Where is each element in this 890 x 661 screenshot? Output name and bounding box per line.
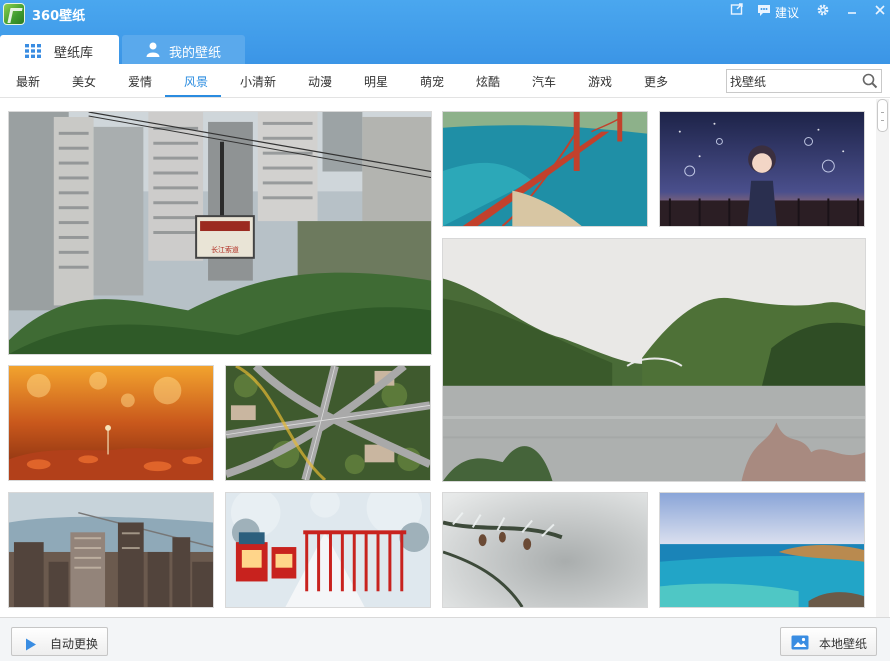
category-anime[interactable]: 动漫 <box>308 73 332 90</box>
scrollbar-thumb[interactable] <box>877 99 888 132</box>
category-latest[interactable]: 最新 <box>16 73 40 90</box>
minimize-icon[interactable] <box>843 3 861 21</box>
user-icon <box>146 42 160 57</box>
category-beauty[interactable]: 美女 <box>72 73 96 90</box>
feedback-icon[interactable] <box>755 3 773 21</box>
category-more[interactable]: 更多 <box>644 73 668 90</box>
category-celebrity[interactable]: 明星 <box>364 73 388 90</box>
wallpaper-thumbnail-snow-lanterns[interactable] <box>225 492 431 608</box>
category-scenery[interactable]: 风景 <box>184 73 208 90</box>
category-love[interactable]: 爱情 <box>128 73 152 90</box>
close-icon[interactable] <box>871 3 889 21</box>
tab-my-wallpaper[interactable]: 我的壁纸 <box>122 35 245 64</box>
tab-label: 我的壁纸 <box>169 46 222 61</box>
wallpaper-thumbnail-anime-night[interactable] <box>659 111 865 227</box>
footer-bar: 自动更换 本地壁纸 <box>0 617 890 661</box>
active-category-indicator <box>165 95 221 97</box>
cable-car-sign: 长江索道 <box>211 245 239 254</box>
local-wallpaper-button[interactable]: 本地壁纸 <box>780 627 877 656</box>
tab-wallpaper-library[interactable]: 壁纸库 <box>0 35 119 64</box>
wallpaper-thumbnail-cable-car-city[interactable]: 长江索道 <box>8 111 432 355</box>
wallpaper-thumbnail-highway-interchange[interactable] <box>225 365 431 481</box>
wallpaper-thumbnail-mountain-lake[interactable] <box>442 238 866 482</box>
local-wallpaper-label: 本地壁纸 <box>819 637 868 651</box>
title-bar: 360壁纸 建议 壁纸库 我的壁纸 <box>0 0 890 64</box>
skin-icon[interactable] <box>728 3 746 21</box>
vertical-scrollbar[interactable] <box>876 99 889 617</box>
auto-change-label: 自动更换 <box>50 637 99 651</box>
wallpaper-thumbnail-beach-sea[interactable] <box>659 492 865 608</box>
auto-change-button[interactable]: 自动更换 <box>11 627 108 656</box>
wallpaper-gallery: 长江索道 <box>0 99 874 617</box>
category-pets[interactable]: 萌宠 <box>420 73 444 90</box>
category-cars[interactable]: 汽车 <box>532 73 556 90</box>
category-cool[interactable]: 炫酷 <box>476 73 500 90</box>
wallpaper-thumbnail-autumn-leaves[interactable] <box>8 365 214 481</box>
wallpaper-thumbnail-city-river[interactable] <box>8 492 214 608</box>
category-fresh[interactable]: 小清新 <box>240 73 276 90</box>
gear-icon[interactable] <box>814 3 832 21</box>
grid-icon <box>25 43 41 58</box>
tab-label: 壁纸库 <box>54 46 94 61</box>
suggest-button[interactable]: 建议 <box>775 4 799 21</box>
wallpaper-thumbnail-pinecone-snow[interactable] <box>442 492 648 608</box>
search-box <box>726 69 882 93</box>
picture-icon <box>791 635 809 654</box>
app-logo-icon <box>3 3 25 25</box>
search-input[interactable] <box>730 72 858 90</box>
search-icon[interactable] <box>862 73 878 89</box>
category-games[interactable]: 游戏 <box>588 73 612 90</box>
app-title: 360壁纸 <box>32 9 86 24</box>
play-icon <box>25 636 37 655</box>
wallpaper-thumbnail-golden-gate-bridge[interactable] <box>442 111 648 227</box>
app-window: 360壁纸 建议 壁纸库 我的壁纸 最新 美女 爱情 风景 小清新 动漫 明星 … <box>0 0 890 661</box>
